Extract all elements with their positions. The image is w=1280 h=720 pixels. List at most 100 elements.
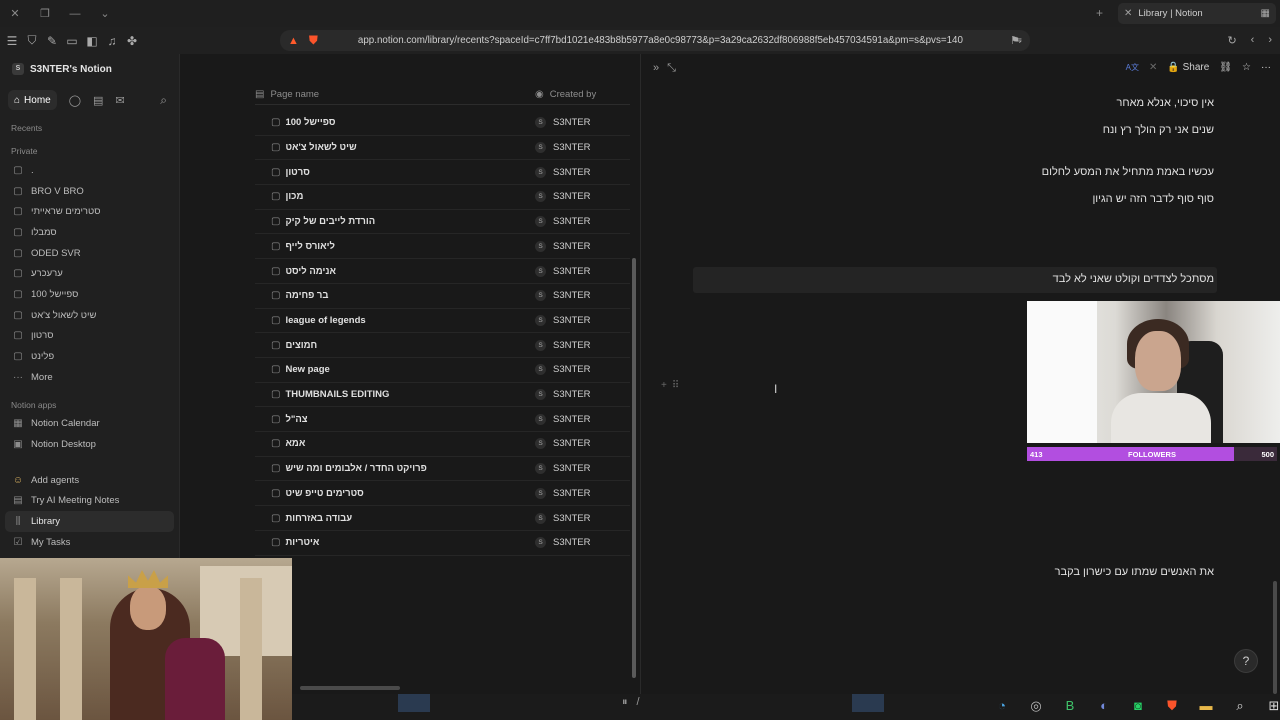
more-options-icon[interactable]: ··· [1261, 62, 1271, 73]
address-bar[interactable]: ▲ ⛊ app.notion.com/library/recents?space… [280, 30, 1030, 51]
restore-window-icon[interactable]: ❐ [30, 7, 60, 20]
favorite-icon[interactable]: ☆ [1242, 62, 1251, 73]
folder-icon[interactable]: ▬ [1196, 698, 1216, 714]
sidebar-item-desktop[interactable]: ▣ Notion Desktop [0, 434, 179, 455]
sidebar-item-meeting-notes[interactable]: ▤ Try AI Meeting Notes [0, 491, 179, 512]
table-horizontal-scrollbar[interactable] [300, 686, 400, 690]
page-name-cell[interactable]: ▢ עבודה באזרחות [255, 513, 535, 524]
page-name-cell[interactable]: ▢ פרויקט החדר / אלבומים ומה שיש [255, 463, 535, 474]
brave-shield-icon[interactable]: ⛊ [309, 33, 318, 48]
taskbar-widget[interactable] [398, 694, 430, 712]
table-row[interactable]: ▢ חמוצים S S3NTER [255, 333, 630, 358]
search-icon[interactable]: ⌕ [1230, 698, 1250, 714]
table-row[interactable]: ▢ league of legends S S3NTER [255, 309, 630, 334]
text-block[interactable]: מסתכל לצדדים וקולט שאני לא לבד [1053, 273, 1214, 285]
chevron-down-icon[interactable]: ⌄ [90, 7, 120, 20]
pin-icon[interactable]: ✎ [46, 34, 58, 48]
taskbar-widget[interactable] [852, 694, 884, 712]
sidebar-page-item[interactable]: ▢ סמבלו [0, 222, 179, 243]
workspace-switcher[interactable]: S S3NTER's Notion [0, 55, 179, 83]
sidebar-page-item[interactable]: ▢ סטרימים שראייתי [0, 201, 179, 222]
help-button[interactable]: ? [1234, 649, 1258, 673]
page-name-cell[interactable]: ▢ ליאורס לייף [255, 241, 535, 252]
tab-grid-icon[interactable]: ▦ [1261, 8, 1270, 19]
sidebar-page-item[interactable]: ▢ פלינט [0, 346, 179, 367]
forward-icon[interactable]: › [1268, 34, 1272, 47]
windows-start-icon[interactable]: ⊞ [1264, 698, 1280, 714]
close-window-icon[interactable]: ✕ [0, 7, 30, 20]
share-button[interactable]: 🔒 Share [1167, 62, 1209, 73]
table-row[interactable]: ▢ בר פחימה S S3NTER [255, 284, 630, 309]
page-name-cell[interactable]: ▢ בר פחימה [255, 290, 535, 301]
table-row[interactable]: ▢ THUMBNAILS EDITING S S3NTER [255, 383, 630, 408]
page-name-cell[interactable]: ▢ סטרימים טייפ שיט [255, 488, 535, 499]
music-icon[interactable]: ♫ [106, 34, 118, 48]
search-icon[interactable]: ⌕ [160, 93, 167, 108]
table-row[interactable]: ▢ פרויקט החדר / אלבומים ומה שיש S S3NTER [255, 457, 630, 482]
link-icon[interactable]: ⛓ [1219, 62, 1232, 73]
text-block[interactable]: סוף סוף לדבר הזה יש הגיון [1092, 193, 1214, 205]
add-block-icon[interactable]: + [661, 380, 667, 391]
page-name-cell[interactable]: ▢ חמוצים [255, 340, 535, 351]
brave-icon[interactable]: ⛊ [1162, 698, 1182, 714]
table-row[interactable]: ▢ אנימה ליסט S S3NTER [255, 259, 630, 284]
browser-tab-library[interactable]: ✕ Library | Notion ▦ [1118, 3, 1276, 24]
page-name-cell[interactable]: ▢ ספיישל 100 [255, 117, 535, 128]
translate-icon[interactable]: A文 [1126, 62, 1139, 73]
sidebar-item-library[interactable]: ⫼ Library [5, 511, 174, 532]
table-row[interactable]: ▢ שיט לשאול צ'אט S S3NTER [255, 136, 630, 161]
brave-rewards-icon[interactable]: ▲ [288, 35, 299, 47]
table-row[interactable]: ▢ New page S S3NTER [255, 358, 630, 383]
page-name-cell[interactable]: ▢ league of legends [255, 315, 535, 326]
section-private[interactable]: Private [0, 142, 179, 160]
table-row[interactable]: ▢ אמא S S3NTER [255, 432, 630, 457]
table-row[interactable]: ▢ ספיישל 100 S S3NTER [255, 111, 630, 136]
back-icon[interactable]: ‹ [1251, 34, 1255, 47]
sidebar-page-item[interactable]: ▢ ערעכרע [0, 263, 179, 284]
page-name-cell[interactable]: ▢ סרטון [255, 167, 535, 178]
table-row[interactable]: ▢ מכון S S3NTER [255, 185, 630, 210]
page-name-cell[interactable]: ▢ שיט לשאול צ'אט [255, 142, 535, 153]
sidebar-page-item[interactable]: ▢ BRO V BRO [0, 181, 179, 202]
page-name-cell[interactable]: ▢ THUMBNAILS EDITING [255, 389, 535, 400]
sidebar-more[interactable]: ··· More [0, 367, 179, 388]
sidebar-item-calendar[interactable]: ▦ Notion Calendar [0, 414, 179, 435]
sidebar-page-item[interactable]: ▢ שיט לשאול צ'אט [0, 305, 179, 326]
sidebar-page-item[interactable]: ▢ ODED SVR [0, 243, 179, 264]
sidebar-icon[interactable]: ◧ [86, 34, 98, 48]
table-row[interactable]: ▢ צה"ל S S3NTER [255, 407, 630, 433]
text-block[interactable]: את האנשים שמתו עם כישרון בקבר [1055, 566, 1214, 578]
b-app-icon[interactable]: B [1060, 698, 1080, 714]
column-page-name[interactable]: ▤ Page name [255, 89, 535, 100]
table-row[interactable]: ▢ עבודה באזרחות S S3NTER [255, 506, 630, 531]
table-row[interactable]: ▢ ליאורס לייף S S3NTER [255, 235, 630, 260]
drag-handle-icon[interactable]: ⠿ [672, 380, 679, 391]
close-peek-icon[interactable]: » [653, 62, 659, 75]
minimize-window-icon[interactable]: — [60, 8, 90, 20]
page-name-cell[interactable]: ▢ New page [255, 364, 535, 375]
page-name-cell[interactable]: ▢ צה"ל [255, 414, 535, 425]
text-block[interactable]: עכשיו באמת מתחיל את המסע לחלום [1042, 166, 1214, 178]
table-scrollbar[interactable] [632, 258, 636, 678]
puzzle-icon[interactable]: ✤ [126, 34, 138, 48]
bookmark-icon[interactable]: ⚑ [1010, 34, 1020, 47]
menu-icon[interactable]: ☰ [6, 34, 18, 48]
steam-icon[interactable]: ◎ [1026, 698, 1046, 714]
sidebar-item-my-tasks[interactable]: ☑ My Tasks [0, 532, 179, 553]
text-block[interactable]: אין סיכוי, אנלא מאחר [1117, 97, 1214, 109]
edge-icon[interactable]: ◔ [992, 698, 1012, 714]
sidebar-page-item[interactable]: ▢. [0, 160, 179, 181]
peek-scrollbar[interactable] [1273, 581, 1277, 694]
home-button[interactable]: ⌂ Home [8, 90, 57, 110]
wallet-icon[interactable]: ▭ [66, 34, 78, 48]
shield-outline-icon[interactable]: ⛉ [26, 33, 38, 48]
table-row[interactable]: ▢ סרטון S S3NTER [255, 160, 630, 186]
table-row[interactable]: ▢ איטריות S S3NTER [255, 531, 630, 556]
page-name-cell[interactable]: ▢ איטריות [255, 537, 535, 548]
sidebar-item-add-agents[interactable]: ☺ Add agents [0, 470, 179, 491]
whatsapp-icon[interactable]: ◙ [1128, 698, 1148, 714]
page-name-cell[interactable]: ▢ אנימה ליסט [255, 266, 535, 277]
inbox-icon[interactable]: ✉ [115, 94, 124, 107]
discord-icon[interactable]: ◐ [1094, 698, 1114, 714]
sidebar-page-item[interactable]: ▢ ספיישל 100 [0, 284, 179, 305]
